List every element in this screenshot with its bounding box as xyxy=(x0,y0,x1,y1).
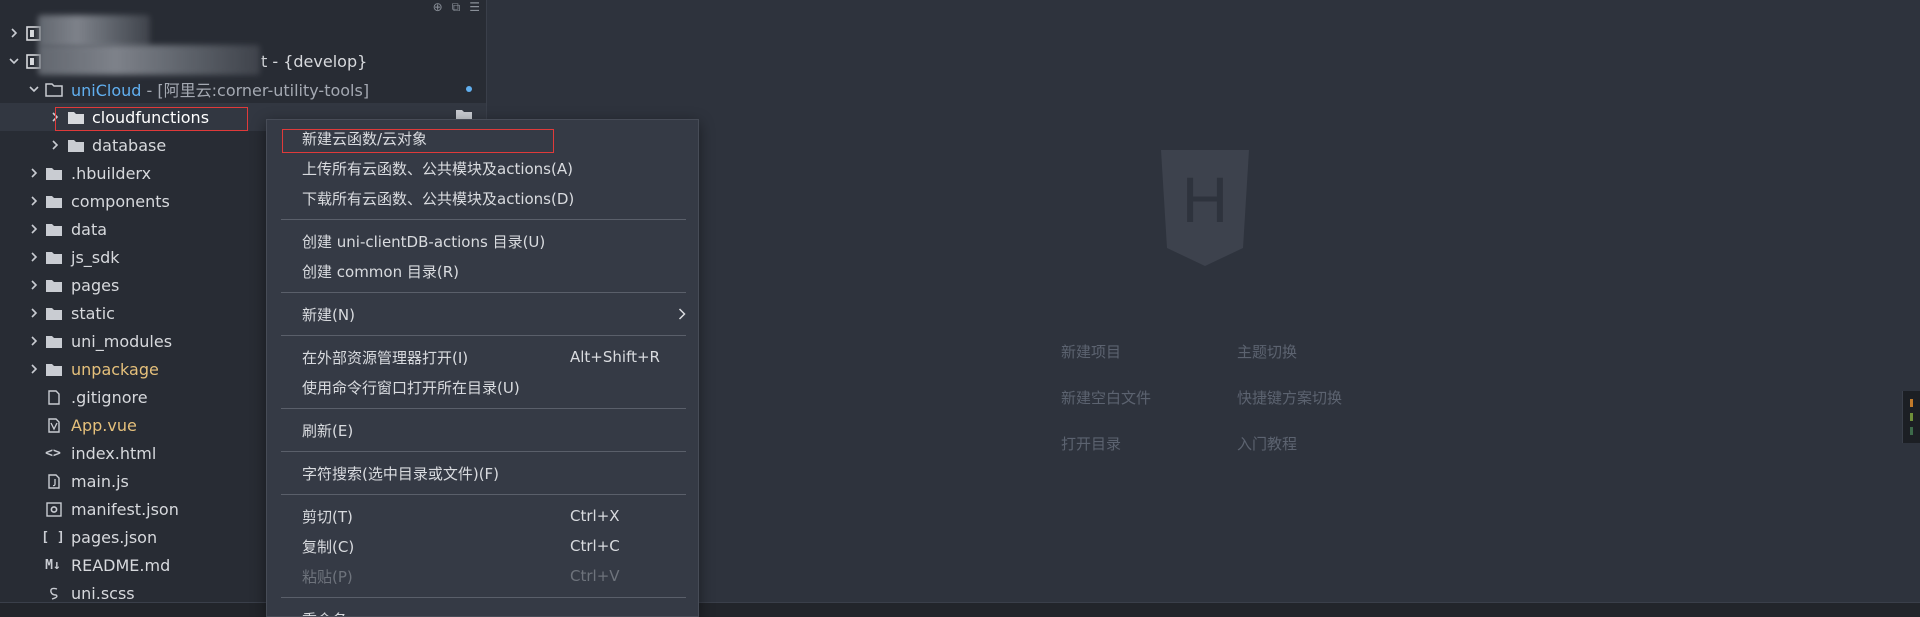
folder-icon xyxy=(45,193,63,209)
menu-item-cut[interactable]: 剪切(T) Ctrl+X xyxy=(267,501,698,531)
tree-item-label: t - {develop} xyxy=(261,51,368,71)
menu-item-copy[interactable]: 复制(C) Ctrl+C xyxy=(267,531,698,561)
menu-separator xyxy=(281,494,686,495)
tree-item-label: data xyxy=(71,219,108,239)
folder-icon xyxy=(45,361,63,377)
menu-separator xyxy=(281,597,686,598)
menu-item-create-clientdb-actions[interactable]: 创建 uni-clientDB-actions 目录(U) xyxy=(267,226,698,256)
menu-item-create-common[interactable]: 创建 common 目录(R) xyxy=(267,256,698,286)
keymap-switch-link[interactable]: 快捷键方案切换 xyxy=(1237,387,1342,408)
file-icon xyxy=(45,389,63,405)
folder-icon xyxy=(45,333,63,349)
menu-item-new-submenu[interactable]: 新建(N) xyxy=(267,299,698,329)
explorer-toolbar: ⊕ ⧉ ☰ xyxy=(433,0,480,16)
chevron-right-icon[interactable] xyxy=(27,278,41,292)
menu-separator xyxy=(281,219,686,220)
js-file-icon xyxy=(45,473,63,489)
chevron-right-icon[interactable] xyxy=(27,194,41,208)
html-file-icon: <> xyxy=(45,445,61,461)
minimap-indicator[interactable] xyxy=(1902,391,1920,443)
menu-item-download-all[interactable]: 下载所有云函数、公共模块及actions(D) xyxy=(267,183,698,213)
tree-item-label: cloudfunctions xyxy=(92,107,210,127)
hbuilder-logo: H xyxy=(1161,150,1249,266)
folder-icon xyxy=(45,165,63,181)
redacted-blur xyxy=(38,45,260,75)
tree-item-label: unpackage xyxy=(71,359,159,379)
menu-item-open-in-explorer[interactable]: 在外部资源管理器打开(I) Alt+Shift+R xyxy=(267,342,698,372)
redacted-blur xyxy=(38,15,150,47)
chevron-right-icon[interactable] xyxy=(27,250,41,264)
tree-item-label: index.html xyxy=(71,443,157,463)
folder-icon xyxy=(45,305,63,321)
getting-started-link[interactable]: 入门教程 xyxy=(1237,433,1297,454)
chevron-right-icon[interactable] xyxy=(7,26,21,40)
folder-icon xyxy=(67,109,85,125)
gear-icon xyxy=(45,501,63,517)
menu-item-upload-all[interactable]: 上传所有云函数、公共模块及actions(A) xyxy=(267,153,698,183)
tree-item-label: main.js xyxy=(71,471,129,491)
chevron-down-icon[interactable] xyxy=(7,54,21,68)
svg-text:H: H xyxy=(1182,164,1228,236)
tree-item-label: js_sdk xyxy=(71,247,120,267)
tree-item-label: uni.scss xyxy=(71,583,135,603)
welcome-page xyxy=(488,0,1920,602)
tree-item-label: static xyxy=(71,303,115,323)
chevron-right-icon[interactable] xyxy=(27,306,41,320)
tree-item-label: database xyxy=(92,135,167,155)
tree-item-label: uni_modules xyxy=(71,331,173,351)
menu-separator xyxy=(281,408,686,409)
menu-item-open-in-terminal[interactable]: 使用命令行窗口打开所在目录(U) xyxy=(267,372,698,402)
menu-item-refresh[interactable]: 刷新(E) xyxy=(267,415,698,445)
tree-item-label: README.md xyxy=(71,555,171,575)
menu-item-text-search[interactable]: 字符搜索(选中目录或文件)(F) xyxy=(267,458,698,488)
tree-item-label: .hbuilderx xyxy=(71,163,152,183)
menu-separator xyxy=(281,292,686,293)
folder-icon xyxy=(45,221,63,237)
new-project-link[interactable]: 新建项目 xyxy=(1061,341,1121,362)
menu-item-rename[interactable]: 重命名 xyxy=(267,604,698,617)
open-directory-link[interactable]: 打开目录 xyxy=(1061,433,1121,454)
chevron-right-icon[interactable] xyxy=(48,138,62,152)
menu-separator xyxy=(281,451,686,452)
status-dot xyxy=(466,86,472,92)
chevron-right-icon[interactable] xyxy=(27,362,41,376)
new-blank-file-link[interactable]: 新建空白文件 xyxy=(1061,387,1151,408)
tree-item-label: manifest.json xyxy=(71,499,179,519)
tree-item-label: App.vue xyxy=(71,415,137,435)
menu-icon[interactable]: ☰ xyxy=(469,0,480,16)
new-icon[interactable]: ⊕ xyxy=(433,0,443,16)
folder-icon xyxy=(67,137,85,153)
markdown-icon: M↓ xyxy=(45,557,61,573)
folder-icon xyxy=(45,277,63,293)
chevron-right-icon[interactable] xyxy=(48,110,62,124)
menu-separator xyxy=(281,335,686,336)
menu-item-paste[interactable]: 粘贴(P) Ctrl+V xyxy=(267,561,698,591)
theme-switch-link[interactable]: 主题切换 xyxy=(1237,341,1297,362)
chevron-right-icon[interactable] xyxy=(27,334,41,348)
chevron-right-icon[interactable] xyxy=(27,166,41,180)
cloud-folder-icon xyxy=(45,81,63,97)
scss-file-icon xyxy=(45,585,63,601)
json-file-icon: [ ] xyxy=(41,529,65,545)
chevron-right-icon xyxy=(678,308,686,320)
tree-item-label: uniCloud - [阿里云:corner-utility-tools] xyxy=(71,81,370,100)
tree-item-label: pages xyxy=(71,275,120,295)
collapse-icon[interactable]: ⧉ xyxy=(452,0,461,16)
tree-item-label: components xyxy=(71,191,170,211)
vue-file-icon xyxy=(45,417,63,433)
chevron-right-icon[interactable] xyxy=(27,222,41,236)
tree-item-label: .gitignore xyxy=(71,387,148,407)
menu-item-new-cloud-function[interactable]: 新建云函数/云对象 xyxy=(267,123,698,153)
tree-item-unicloud[interactable]: uniCloud - [阿里云:corner-utility-tools] xyxy=(0,75,486,103)
tree-item-label: pages.json xyxy=(71,527,158,547)
folder-icon xyxy=(45,249,63,265)
chevron-down-icon[interactable] xyxy=(27,82,41,96)
context-menu: 新建云函数/云对象 上传所有云函数、公共模块及actions(A) 下载所有云函… xyxy=(266,119,699,617)
